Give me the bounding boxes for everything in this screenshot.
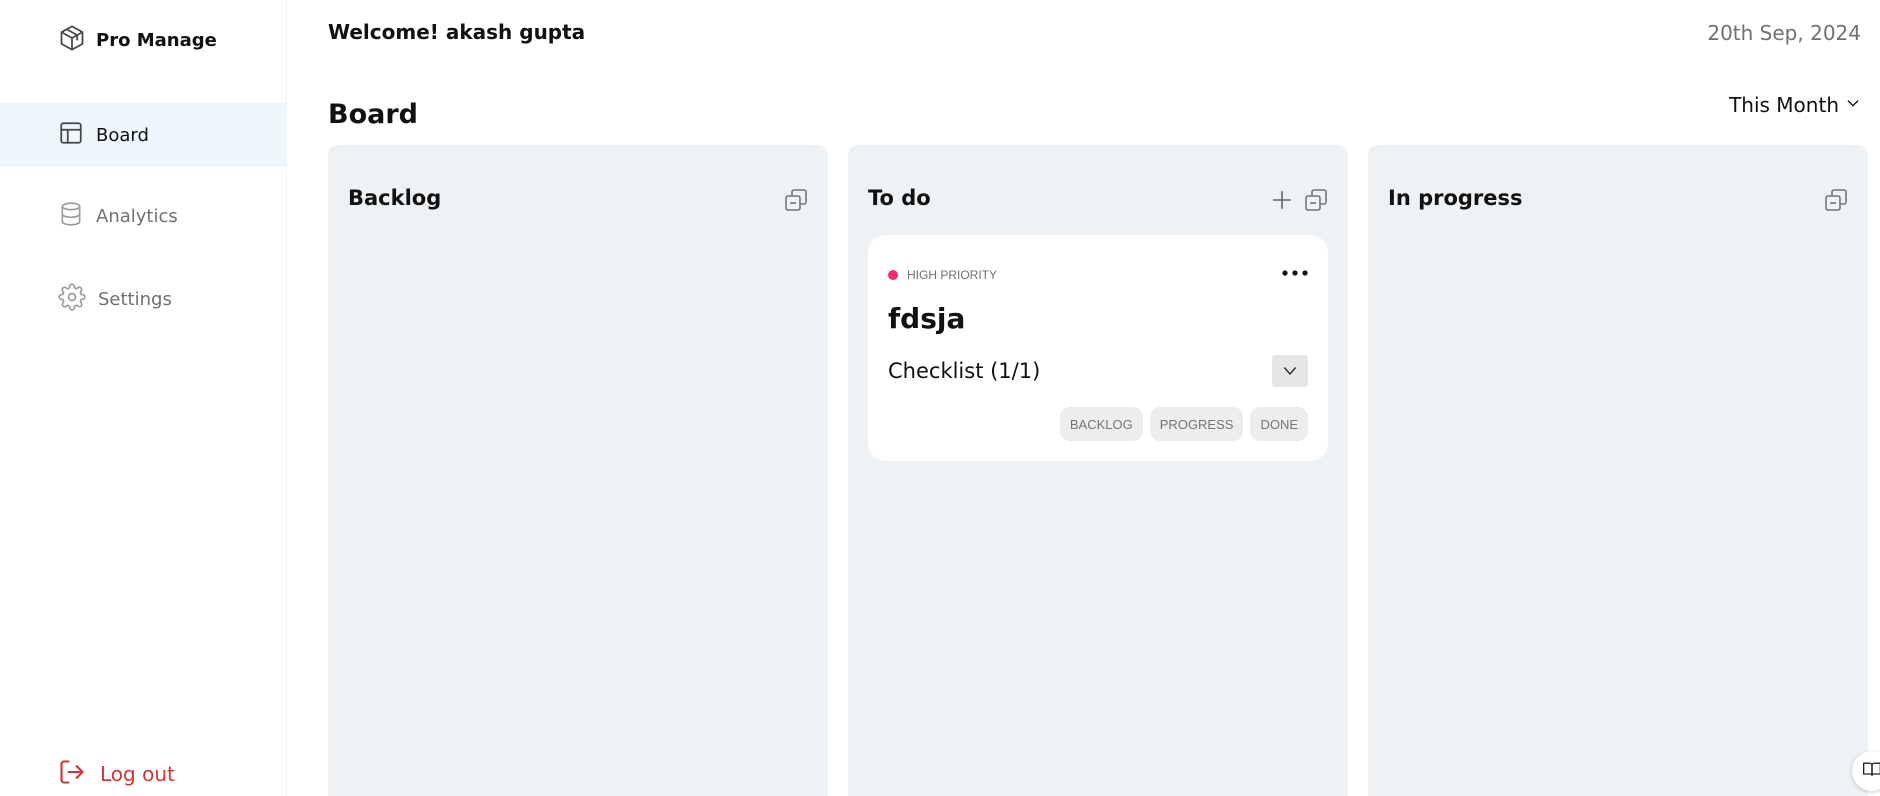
board-column-in-progress: In progress (1368, 145, 1868, 796)
sidebar: Pro Manage Board Analytics Settings Log … (0, 0, 287, 796)
logout-icon (58, 758, 86, 790)
logout-label: Log out (100, 762, 175, 786)
column-title: Backlog (348, 186, 442, 210)
move-to-done-chip[interactable]: DONE (1250, 407, 1308, 441)
board-column-todo: To do HIGH PRIORITY fdsja Checklist (1/1… (848, 145, 1348, 796)
status-chips: BACKLOG PROGRESS DONE (1059, 407, 1308, 441)
filter-label: This Month (1729, 93, 1839, 117)
checklist-toggle-button[interactable] (1272, 355, 1308, 387)
sidebar-item-settings[interactable]: Settings (0, 267, 287, 331)
task-title: fdsja (888, 302, 966, 335)
sidebar-item-label: Board (96, 124, 149, 146)
priority-dot-icon (888, 270, 898, 280)
priority-indicator: HIGH PRIORITY (888, 268, 997, 282)
collapse-all-icon[interactable] (1304, 188, 1328, 212)
chevron-down-icon (1845, 95, 1861, 115)
sidebar-item-label: Analytics (96, 205, 178, 227)
page-title: Board (328, 99, 418, 130)
add-task-icon[interactable] (1270, 188, 1294, 212)
sidebar-item-analytics[interactable]: Analytics (0, 184, 287, 248)
brand-name: Pro Manage (96, 29, 217, 51)
move-to-progress-chip[interactable]: PROGRESS (1149, 407, 1244, 441)
priority-label: HIGH PRIORITY (907, 268, 998, 282)
current-date: 20th Sep, 2024 (1707, 21, 1861, 45)
move-to-backlog-chip[interactable]: BACKLOG (1059, 407, 1143, 441)
more-options-icon[interactable] (1280, 263, 1310, 283)
sidebar-item-label: Settings (98, 288, 172, 310)
period-filter-dropdown[interactable]: This Month (1729, 93, 1861, 117)
brand[interactable]: Pro Manage (58, 24, 217, 56)
layout-icon (58, 120, 84, 150)
collapse-all-icon[interactable] (1824, 188, 1848, 212)
welcome-text: Welcome! akash gupta (328, 20, 586, 44)
checklist-summary: Checklist (1/1) (888, 359, 1041, 383)
book-icon (1862, 760, 1880, 782)
chevron-down-icon (1284, 367, 1296, 376)
collapse-all-icon[interactable] (784, 188, 808, 212)
task-card: HIGH PRIORITY fdsja Checklist (1/1) BACK… (868, 235, 1328, 461)
sidebar-item-board[interactable]: Board (0, 103, 287, 167)
board-column-backlog: Backlog (328, 145, 828, 796)
column-title: In progress (1388, 186, 1523, 210)
column-title: To do (868, 186, 931, 210)
database-icon (58, 200, 84, 232)
gear-icon (58, 283, 86, 315)
cube-icon (58, 24, 86, 56)
logout-button[interactable]: Log out (58, 758, 175, 790)
